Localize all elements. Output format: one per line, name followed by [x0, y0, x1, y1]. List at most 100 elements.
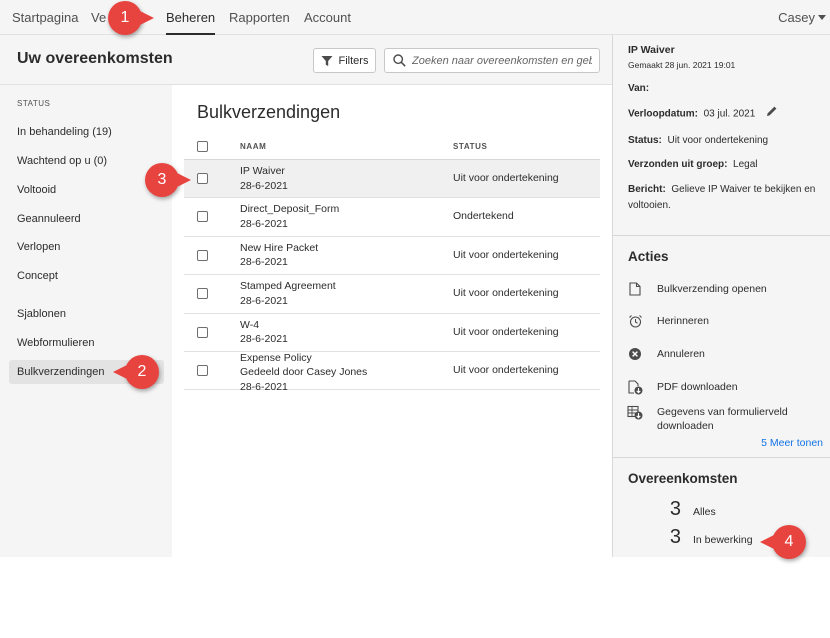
table-row[interactable]: Stamped Agreement 28-6-2021 Uit voor ond… — [184, 275, 600, 314]
count-label: In bewerking — [693, 534, 753, 546]
pencil-icon[interactable] — [766, 105, 778, 123]
sidebar-item-verlopen[interactable]: Verlopen — [9, 235, 164, 259]
annotation-marker-3: 3 — [145, 163, 191, 197]
action-remind[interactable]: Herinneren — [627, 314, 827, 329]
details-title: IP Waiver — [628, 44, 675, 56]
row-date: 28-6-2021 — [240, 179, 288, 192]
message-label: Bericht: — [628, 184, 666, 195]
details-group: Verzonden uit groep: Legal — [628, 157, 828, 173]
row-checkbox[interactable] — [197, 211, 208, 223]
action-label: Herinneren — [657, 315, 709, 327]
bulk-send-table: NAAM STATUS IP Waiver 28-6-2021 Uit voor… — [184, 136, 600, 393]
count-in-progress[interactable]: 3 In bewerking — [669, 526, 753, 549]
action-open-bulk-send[interactable]: Bulkverzending openen — [627, 282, 827, 297]
table-header: NAAM STATUS — [184, 136, 600, 160]
sidebar: STATUS In behandeling (19) Wachtend op u… — [0, 85, 172, 557]
action-download-pdf[interactable]: PDF downloaden — [627, 379, 827, 395]
row-name: Expense Policy — [240, 351, 312, 364]
row-status: Uit voor ondertekening — [453, 325, 559, 338]
action-label: Annuleren — [657, 348, 705, 360]
row-status: Ondertekend — [453, 210, 514, 223]
user-name: Casey — [778, 9, 815, 25]
nav-account[interactable]: Account — [304, 0, 351, 35]
annotation-marker-1: 1 — [108, 1, 154, 35]
action-cancel[interactable]: Annuleren — [627, 347, 827, 362]
row-name: New Hire Packet — [240, 241, 319, 254]
sidebar-item-in-behandeling[interactable]: In behandeling (19) — [9, 120, 164, 144]
sidebar-item-geannuleerd[interactable]: Geannuleerd — [9, 207, 164, 231]
from-label: Van: — [628, 83, 650, 94]
show-more-link[interactable]: 5 Meer tonen — [761, 437, 823, 449]
row-name: W-4 — [240, 318, 260, 331]
chevron-down-icon — [818, 15, 826, 20]
details-from: Van: — [628, 81, 828, 97]
row-date: 28-6-2021 — [240, 217, 288, 230]
row-checkbox[interactable] — [197, 288, 208, 300]
row-date: 28-6-2021 — [240, 294, 288, 307]
annotation-marker-2: 2 — [113, 355, 159, 389]
group-value: Legal — [733, 159, 758, 170]
table-row[interactable]: W-4 28-6-2021 Uit voor ondertekening — [184, 314, 600, 352]
table-row[interactable]: New Hire Packet 28-6-2021 Uit voor onder… — [184, 237, 600, 276]
divider — [613, 457, 830, 458]
row-name: Stamped Agreement — [240, 280, 336, 293]
table-row[interactable]: Expense Policy Gedeeld door Casey Jones … — [184, 351, 600, 393]
nav-startpagina[interactable]: Startpagina — [12, 0, 79, 35]
details-status: Status: Uit voor ondertekening — [628, 133, 828, 149]
row-checkbox[interactable] — [197, 326, 208, 338]
search-box[interactable] — [384, 48, 600, 73]
row-name: IP Waiver — [240, 165, 285, 177]
search-input[interactable] — [412, 54, 592, 67]
divider — [613, 235, 830, 236]
actions-heading: Acties — [628, 249, 669, 264]
nav-rapporten[interactable]: Rapporten — [229, 0, 290, 35]
sidebar-item-webformulieren[interactable]: Webformulieren — [9, 331, 164, 355]
count-number: 3 — [669, 498, 681, 520]
count-label: Alles — [693, 506, 716, 518]
cancel-circle-icon — [627, 346, 643, 362]
count-all[interactable]: 3 Alles — [669, 498, 716, 521]
select-all-checkbox[interactable] — [197, 141, 208, 152]
sidebar-item-voltooid[interactable]: Voltooid — [9, 178, 164, 202]
row-checkbox[interactable] — [197, 364, 208, 376]
details-message: Bericht: Gelieve IP Waiver te bekijken e… — [628, 182, 828, 214]
row-date: 28-6-2021 — [240, 380, 288, 393]
row-status: Uit voor ondertekening — [453, 172, 559, 184]
group-label: Verzonden uit groep: — [628, 159, 728, 170]
alarm-clock-icon — [627, 313, 643, 329]
details-expiry: Verloopdatum: 03 jul. 2021 — [628, 105, 828, 123]
filters-label: Filters — [338, 54, 369, 67]
sidebar-item-concept[interactable]: Concept — [9, 264, 164, 288]
column-header-name: NAAM — [240, 142, 267, 151]
agreements-heading: Overeenkomsten — [628, 471, 738, 486]
page-header: Uw overeenkomsten Filters — [0, 35, 612, 85]
expiry-label: Verloopdatum: — [628, 108, 699, 120]
details-created: Gemaakt 28 jun. 2021 19:01 — [628, 60, 736, 70]
row-checkbox[interactable] — [197, 249, 208, 261]
table-row[interactable]: Direct_Deposit_Form 28-6-2021 Onderteken… — [184, 198, 600, 237]
user-menu[interactable]: Casey — [778, 0, 826, 35]
row-status: Uit voor ondertekening — [453, 287, 559, 300]
nav-verzenden[interactable]: Ve — [91, 0, 106, 35]
search-icon — [393, 54, 406, 67]
row-name: Direct_Deposit_Form — [240, 203, 340, 216]
annotation-marker-4: 4 — [760, 525, 806, 559]
row-shared-by: Gedeeld door Casey Jones — [240, 366, 368, 379]
table-row[interactable]: IP Waiver 28-6-2021 Uit voor ondertekeni… — [184, 160, 600, 199]
expiry-value: 03 jul. 2021 — [703, 108, 756, 120]
status-section-label: STATUS — [17, 99, 51, 108]
sidebar-item-sjablonen[interactable]: Sjablonen — [9, 302, 164, 326]
row-checkbox[interactable] — [197, 173, 208, 184]
filters-button[interactable]: Filters — [313, 48, 376, 73]
status-value: Uit voor ondertekening — [667, 135, 769, 146]
action-label: Bulkverzending openen — [657, 283, 767, 295]
action-label: Gegevens van formulierveld downloaden — [657, 406, 788, 432]
action-download-form-data[interactable]: Gegevens van formulierveld downloaden — [627, 405, 827, 433]
row-date: 28-6-2021 — [240, 333, 288, 346]
filter-icon — [321, 55, 333, 66]
document-icon — [627, 281, 643, 297]
row-status: Uit voor ondertekening — [453, 363, 559, 376]
nav-beheren[interactable]: Beheren — [166, 0, 216, 35]
sidebar-item-wachtend[interactable]: Wachtend op u (0) — [9, 149, 164, 173]
form-data-download-icon — [627, 404, 643, 420]
